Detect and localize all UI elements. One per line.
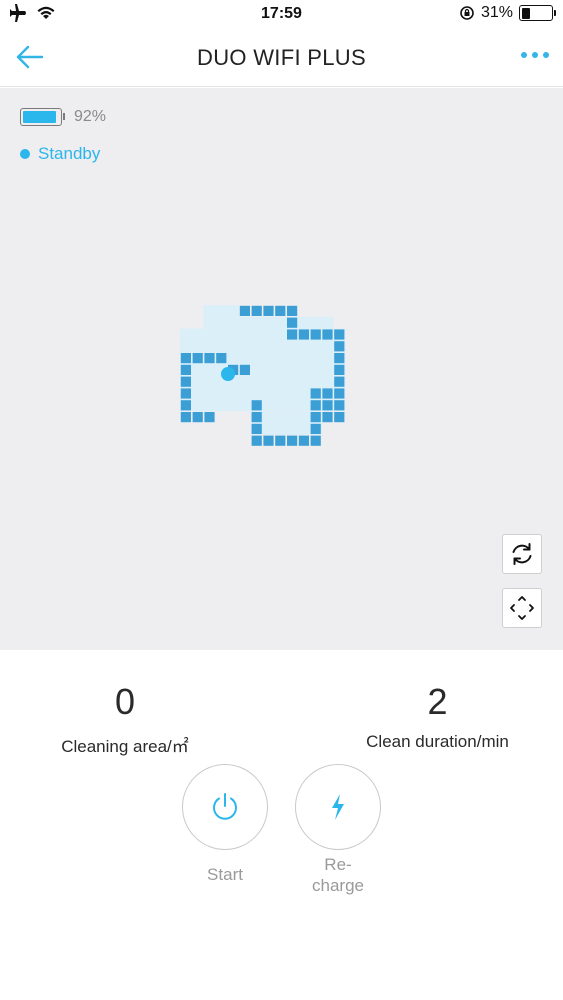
map-wall-cell <box>287 329 298 340</box>
clean-duration-stat: 2 Clean duration/min <box>340 680 535 752</box>
map-wall-cell <box>310 388 321 399</box>
map-wall-cell <box>310 423 321 434</box>
map-wall-cell <box>180 364 191 375</box>
map-wall-cell <box>275 305 286 316</box>
fit-view-icon <box>510 596 534 620</box>
map-wall-cell <box>322 388 333 399</box>
map-floor-region <box>203 305 239 329</box>
status-icons-right: 31% <box>459 4 556 22</box>
map-wall-cell <box>310 412 321 423</box>
map-wall-cell <box>298 435 309 446</box>
recharge-action: Re- charge <box>295 764 381 896</box>
map-wall-cell <box>204 412 215 423</box>
recharge-button[interactable] <box>295 764 381 850</box>
cleaning-area-stat: 0 Cleaning area/㎡ <box>30 680 220 757</box>
map-wall-cell <box>192 412 203 423</box>
status-battery-percent: 31% <box>480 4 513 21</box>
map-wall-cell <box>298 329 309 340</box>
cleaning-area-label: Cleaning area/㎡ <box>61 737 189 756</box>
refresh-icon <box>512 543 532 565</box>
battery-icon <box>519 5 556 21</box>
map-wall-cell <box>287 435 298 446</box>
map-wall-cell <box>239 364 250 375</box>
map-wall-cell <box>251 400 262 411</box>
map-wall-cell <box>334 341 345 352</box>
map-wall-cell <box>204 353 215 364</box>
map-wall-cell <box>263 435 274 446</box>
start-button[interactable] <box>182 764 268 850</box>
map-wall-cell <box>287 317 298 328</box>
robot-state-label: Standby <box>38 144 101 163</box>
map-wall-cell <box>275 435 286 446</box>
map-wall-cell <box>251 435 262 446</box>
start-action: Start <box>182 764 268 885</box>
recharge-label: Re- charge <box>312 855 364 895</box>
map-wall-cell <box>251 423 262 434</box>
map-wall-cell <box>310 435 321 446</box>
map-wall-cell <box>263 305 274 316</box>
map-wall-cell <box>180 353 191 364</box>
orientation-lock-icon <box>460 6 474 20</box>
cleaning-map <box>180 305 346 446</box>
map-wall-cell <box>334 412 345 423</box>
map-wall-cell <box>180 412 191 423</box>
robot-battery-percent: 92% <box>74 108 107 125</box>
clean-duration-value: 2 <box>427 681 448 722</box>
map-wall-cell <box>251 305 262 316</box>
map-wall-cell <box>334 329 345 340</box>
page-title: DUO WIFI PLUS <box>197 45 366 70</box>
map-wall-cell <box>180 376 191 387</box>
map-wall-cell <box>334 376 345 387</box>
map-wall-cell <box>180 400 191 411</box>
map-wall-cell <box>180 388 191 399</box>
map-wall-cell <box>334 400 345 411</box>
map-wall-cell <box>322 329 333 340</box>
power-icon <box>213 793 237 820</box>
map-wall-cell <box>334 388 345 399</box>
map-wall-cell <box>192 353 203 364</box>
status-bar: 17:59 31% <box>0 0 563 30</box>
robot-battery: 92% <box>20 108 106 126</box>
cleaning-area-value: 0 <box>114 681 136 722</box>
fit-view-button[interactable] <box>502 588 542 628</box>
clean-duration-label: Clean duration/min <box>366 732 509 751</box>
map-wall-cell <box>310 329 321 340</box>
robot-battery-icon <box>20 108 65 126</box>
map-area: 92% Standby <box>0 88 563 650</box>
state-dot-icon <box>20 149 30 159</box>
lightning-icon <box>332 794 344 820</box>
robot-position-marker <box>221 367 235 381</box>
refresh-map-button[interactable] <box>502 534 542 574</box>
map-wall-cell <box>310 400 321 411</box>
map-wall-cell <box>239 305 250 316</box>
map-wall-cell <box>216 353 227 364</box>
map-wall-cell <box>334 353 345 364</box>
map-wall-cell <box>322 400 333 411</box>
map-wall-cell <box>251 412 262 423</box>
map-wall-cell <box>287 305 298 316</box>
map-wall-cell <box>334 364 345 375</box>
map-wall-cell <box>322 412 333 423</box>
start-label: Start <box>207 865 243 884</box>
robot-state: Standby <box>20 144 100 164</box>
nav-bar: DUO WIFI PLUS <box>0 30 563 87</box>
more-dots-icon[interactable] <box>521 52 549 58</box>
